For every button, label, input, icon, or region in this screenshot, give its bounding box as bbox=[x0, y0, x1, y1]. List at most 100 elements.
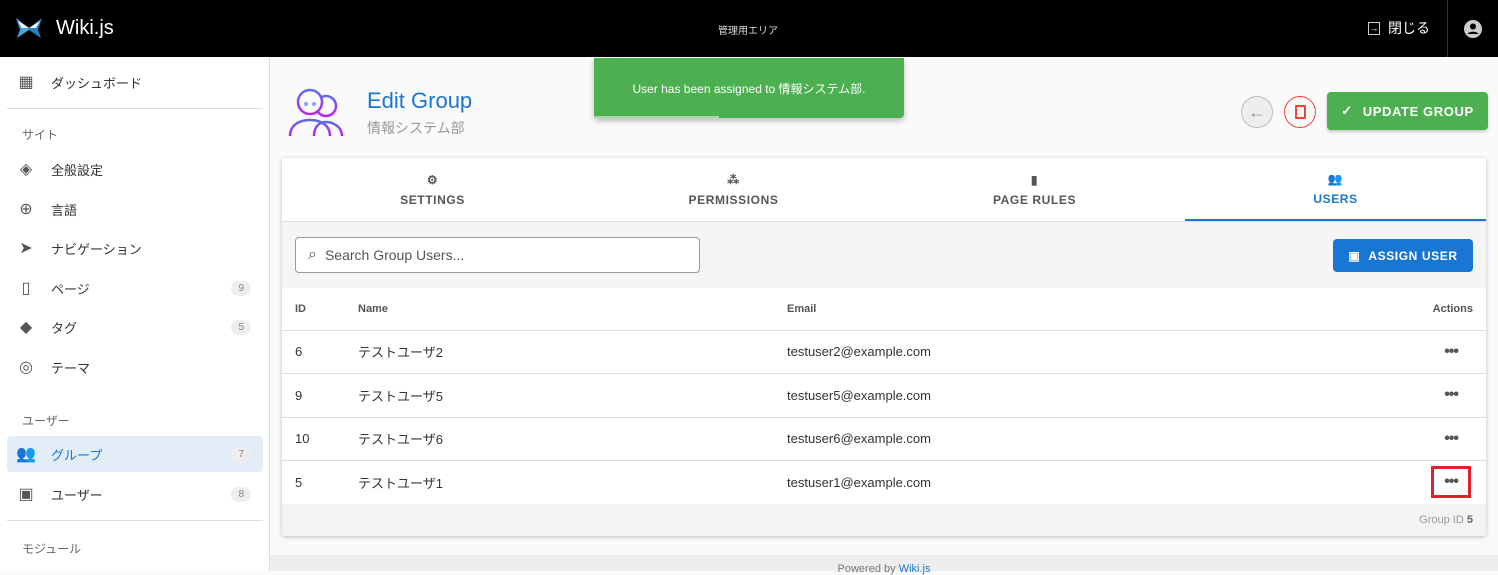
update-group-button[interactable]: ✓ UPDATE GROUP bbox=[1327, 92, 1488, 130]
page-footer: Powered by Wiki.js bbox=[270, 555, 1498, 575]
group-id-value: 5 bbox=[1466, 514, 1473, 526]
card-footer: Group ID 5 bbox=[282, 504, 1486, 536]
success-toast: User has been assigned to 情報システム部. bbox=[594, 58, 904, 118]
table-row[interactable]: 6 テストユーザ2 testuser2@example.com ••• bbox=[282, 330, 1486, 374]
sidebar-item-label: 言語 bbox=[51, 202, 78, 218]
tab-page-rules[interactable]: ▮ PAGE RULES bbox=[884, 158, 1185, 221]
page-title: Edit Group bbox=[367, 88, 473, 113]
update-label: UPDATE GROUP bbox=[1362, 103, 1474, 119]
section-users: ユーザー bbox=[22, 414, 70, 428]
settings-icon: ⚙ bbox=[426, 172, 439, 187]
divider bbox=[7, 108, 263, 109]
tab-settings[interactable]: ⚙ SETTINGS bbox=[282, 158, 583, 221]
sidebar-item-theme[interactable]: ◎ テーマ bbox=[7, 349, 263, 385]
table-row[interactable]: 9 テストユーザ5 testuser5@example.com ••• bbox=[282, 373, 1486, 418]
more-actions-icon[interactable]: ••• bbox=[1444, 430, 1459, 447]
sidebar-item-label: ユーザー bbox=[51, 487, 103, 503]
close-label: 閉じる bbox=[1388, 20, 1430, 36]
section-site: サイト bbox=[22, 128, 59, 142]
sidebar-item-tags[interactable]: ◆ タグ 5 bbox=[7, 309, 263, 345]
tab-permissions[interactable]: ⁂ PERMISSIONS bbox=[583, 158, 884, 221]
groups-icon: 👥 bbox=[16, 446, 36, 463]
close-button[interactable]: → 閉じる bbox=[1368, 18, 1430, 38]
divider bbox=[7, 520, 263, 521]
table-row[interactable]: 5 テストユーザ1 testuser1@example.com ••• bbox=[282, 460, 1486, 505]
page-icon: ▯ bbox=[21, 280, 31, 297]
user-email: testuser2@example.com bbox=[787, 330, 1298, 374]
wikijs-logo-icon bbox=[16, 18, 42, 38]
tab-label: USERS bbox=[1313, 191, 1358, 206]
user-id: 6 bbox=[282, 330, 358, 374]
back-button[interactable]: ← bbox=[1241, 96, 1273, 128]
section-modules: モジュール bbox=[22, 542, 82, 556]
tab-users[interactable]: 👥 USERS bbox=[1185, 158, 1486, 221]
sidebar-item-label: ナビゲーション bbox=[51, 241, 142, 257]
page-subtitle: 情報システム部 bbox=[367, 120, 465, 136]
user-icon: ▣ bbox=[18, 486, 34, 503]
search-input[interactable]: ⌕ Search Group Users... bbox=[295, 237, 700, 273]
tab-label: PAGE RULES bbox=[992, 192, 1077, 207]
count-badge: 8 bbox=[231, 486, 251, 502]
sidebar-item-general[interactable]: ◈ 全般設定 bbox=[7, 151, 263, 187]
sidebar-item-navigation[interactable]: ➤ ナビゲーション bbox=[7, 230, 263, 266]
dashboard-icon: ▦ bbox=[18, 74, 34, 91]
count-badge: 9 bbox=[231, 280, 251, 296]
sidebar-item-groups[interactable]: 👥 グループ 7 bbox=[7, 436, 263, 472]
col-actions: Actions bbox=[1297, 288, 1486, 331]
tab-label: PERMISSIONS bbox=[688, 192, 779, 207]
user-id: 5 bbox=[282, 460, 358, 505]
more-actions-icon[interactable]: ••• bbox=[1444, 343, 1459, 360]
assign-label: ASSIGN USER bbox=[1368, 248, 1458, 263]
user-id: 10 bbox=[282, 417, 358, 461]
assign-user-button[interactable]: ▣ ASSIGN USER bbox=[1333, 239, 1473, 272]
more-actions-icon[interactable]: ••• bbox=[1431, 466, 1471, 499]
user-name: テストユーザ2 bbox=[358, 330, 787, 374]
arrow-left-icon: ← bbox=[1248, 101, 1266, 122]
palette-icon: ◎ bbox=[19, 359, 33, 376]
user-id: 9 bbox=[282, 373, 358, 418]
users-icon: 👥 bbox=[1327, 171, 1344, 186]
col-email[interactable]: Email bbox=[787, 288, 1298, 331]
assign-user-icon: ▣ bbox=[1348, 248, 1361, 263]
user-name: テストユーザ5 bbox=[358, 373, 787, 418]
sidebar-item-label: 全般設定 bbox=[51, 162, 104, 178]
tab-label: SETTINGS bbox=[400, 192, 465, 207]
search-placeholder: Search Group Users... bbox=[324, 247, 465, 263]
powered-by-text: Powered by bbox=[837, 563, 896, 575]
file-lock-icon: ▮ bbox=[1030, 172, 1039, 187]
sidebar-item-label: グループ bbox=[51, 447, 103, 463]
trash-icon bbox=[1294, 105, 1306, 119]
toast-message: User has been assigned to 情報システム部. bbox=[632, 81, 866, 96]
globe-icon: ⊕ bbox=[19, 201, 33, 218]
wikijs-link[interactable]: Wiki.js bbox=[899, 563, 931, 575]
tab-bar: ⚙ SETTINGS ⁂ PERMISSIONS ▮ PAGE RULES 👥 USER… bbox=[282, 158, 1486, 222]
table-row[interactable]: 10 テストユーザ6 testuser6@example.com ••• bbox=[282, 417, 1486, 461]
brand-name[interactable]: Wiki.js bbox=[56, 17, 114, 40]
group-icon bbox=[288, 88, 344, 137]
delete-button[interactable] bbox=[1284, 96, 1316, 128]
sidebar-item-label: ページ bbox=[51, 281, 90, 297]
account-button[interactable] bbox=[1447, 0, 1498, 57]
sidebar-item-dashboard[interactable]: ▦ ダッシュボード bbox=[7, 64, 263, 100]
col-id[interactable]: ID bbox=[282, 288, 358, 331]
user-name: テストユーザ1 bbox=[358, 460, 787, 505]
users-table: ID Name Email Actions 6 テストユーザ2 testuser2@… bbox=[282, 288, 1486, 505]
sidebar-item-users[interactable]: ▣ ユーザー 8 bbox=[7, 476, 263, 512]
count-badge: 5 bbox=[231, 319, 251, 335]
user-email: testuser1@example.com bbox=[787, 460, 1298, 505]
sidebar-item-locale[interactable]: ⊕ 言語 bbox=[7, 191, 263, 227]
exit-icon: → bbox=[1368, 21, 1380, 35]
search-icon: ⌕ bbox=[308, 246, 317, 263]
top-bar: Wiki.js 管理用エリア → 閉じる bbox=[0, 0, 1498, 57]
permissions-icon: ⁂ bbox=[727, 172, 740, 187]
more-actions-icon[interactable]: ••• bbox=[1444, 386, 1459, 403]
count-badge: 7 bbox=[231, 446, 251, 462]
users-toolbar: ⌕ Search Group Users... ▣ ASSIGN USER bbox=[282, 222, 1486, 288]
sidebar-item-pages[interactable]: ▯ ページ 9 bbox=[7, 270, 263, 306]
sidebar-item-label: タグ bbox=[51, 320, 78, 336]
group-id-label: Group ID bbox=[1419, 514, 1464, 526]
user-email: testuser5@example.com bbox=[787, 373, 1298, 418]
sidebar: ▦ ダッシュボード サイト ◈ 全般設定 ⊕ 言語 ➤ ナビゲーション ▯ ページ 9 ◆ タ… bbox=[0, 57, 270, 571]
col-name[interactable]: Name bbox=[358, 288, 787, 331]
user-name: テストユーザ6 bbox=[358, 417, 787, 461]
